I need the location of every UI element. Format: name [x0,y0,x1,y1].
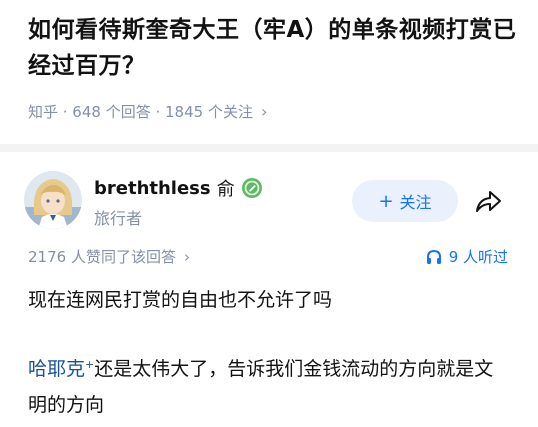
answer-paragraph: 哈耶克+还是太伟大了，告诉我们金钱流动的方向就是文明的方向 [28,351,508,423]
answer-text-line: 现在连网民打赏的自由也不允许了吗 [28,289,333,311]
answer-text-rest: 还是太伟大了，告诉我们金钱流动的方向就是文明的方向 [28,358,494,416]
question-title[interactable]: 如何看待斯奎奇大王（牢A）的单条视频打赏已经过百万？ [28,12,518,84]
vote-summary-text: 2176 人赞同了该回答 [28,248,176,266]
author-tag: 俞 [216,179,235,200]
chevron-right-icon: › [183,247,190,266]
question-card: 如何看待斯奎奇大王（牢A）的单条视频打赏已经过百万？ 知乎 · 648 个回答 … [0,0,538,144]
author-role: 旅行者 [94,209,143,228]
vote-summary[interactable]: 2176 人赞同了该回答 › [28,246,190,267]
author-name[interactable]: breththless [94,178,211,199]
listen-label: 9 人听过 [448,248,508,266]
listen-info[interactable]: 9 人听过 [425,246,508,267]
headphones-icon [426,249,441,264]
author-name-row[interactable]: breththless 俞 [94,176,263,200]
question-meta[interactable]: 知乎 · 648 个回答 · 1845 个关注 › [28,99,267,123]
follow-label: 关注 [399,193,432,212]
follow-button[interactable]: + 关注 [352,180,458,222]
chevron-right-icon: › [260,101,268,121]
verified-badge-icon [241,177,263,199]
mention-link[interactable]: 哈耶克+ [28,358,94,380]
mention-text: 哈耶克 [28,358,86,380]
answer-card: breththless 俞 旅行者 + 关注 2176 人赞同了该回答 › 9 … [0,152,538,427]
plus-icon: + [378,190,394,212]
question-meta-text: 知乎 · 648 个回答 · 1845 个关注 [28,102,253,121]
user-avatar[interactable] [24,171,82,229]
mention-mark: + [85,358,95,371]
share-icon[interactable] [472,186,504,218]
